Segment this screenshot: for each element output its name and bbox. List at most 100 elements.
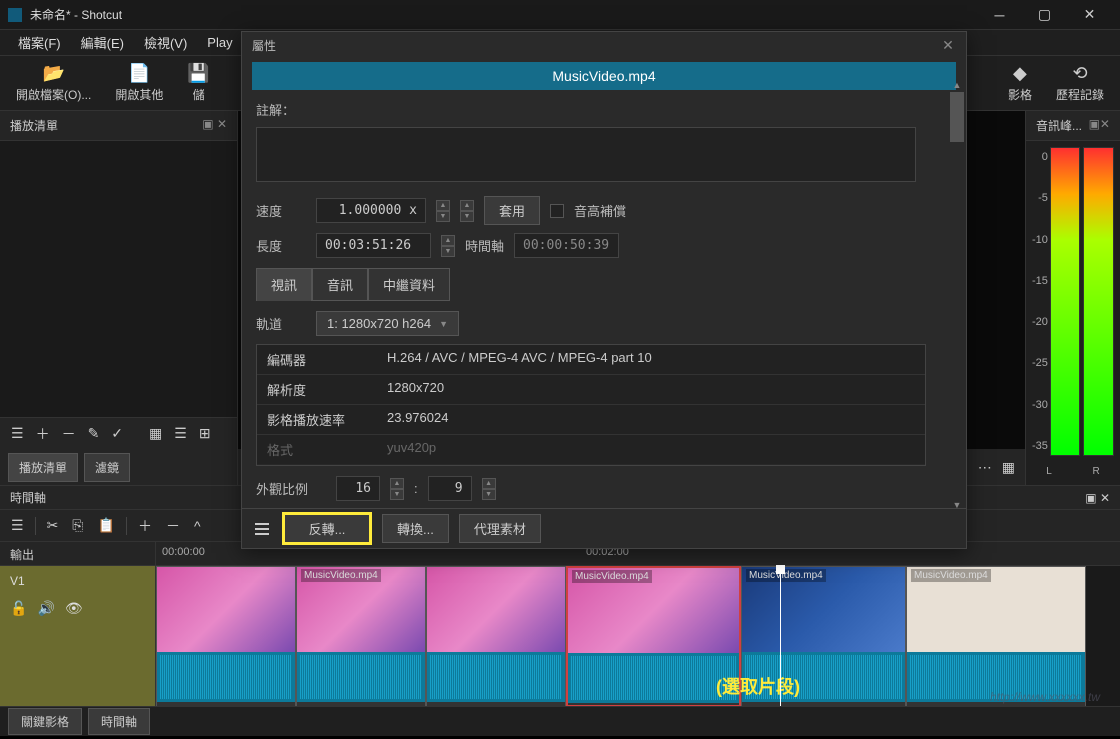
- convert-button[interactable]: 轉換...: [382, 514, 449, 543]
- menu-icon[interactable]: [252, 519, 272, 539]
- properties-table: 編碼器H.264 / AVC / MPEG-4 AVC / MPEG-4 par…: [256, 344, 926, 466]
- mute-icon[interactable]: 🔊: [37, 600, 54, 617]
- aspect-label: 外觀比例: [256, 479, 326, 498]
- close-icon[interactable]: ✕: [940, 37, 956, 53]
- clip-selected[interactable]: MusicVideo.mp4: [566, 566, 741, 706]
- tab-metadata[interactable]: 中繼資料: [368, 268, 450, 301]
- up-icon[interactable]: ^: [191, 518, 204, 534]
- aspect-height-spinner[interactable]: ▲▼: [482, 478, 496, 500]
- playhead[interactable]: [780, 566, 781, 706]
- apply-button[interactable]: 套用: [484, 196, 540, 225]
- audio-bar-left: [1050, 147, 1081, 456]
- audio-db-labels: 0 -5 -10 -15 -20 -25 -30 -35: [1032, 147, 1048, 456]
- lock-icon[interactable]: 🔓: [10, 600, 27, 617]
- minimize-button[interactable]: ─: [977, 0, 1022, 30]
- more-icon[interactable]: ⋯: [978, 459, 992, 476]
- maximize-button[interactable]: ▢: [1022, 0, 1067, 30]
- duration-spinner[interactable]: ▲▼: [441, 235, 455, 257]
- track-label: 軌道: [256, 314, 306, 333]
- timeline-tracks[interactable]: 00:00:00 00:02:00 MusicVideo.mp4 MusicVi…: [156, 542, 1120, 706]
- tab-keyframes[interactable]: 關鍵影格: [8, 708, 82, 735]
- speed-spinner-coarse[interactable]: ▲▼: [460, 200, 474, 222]
- open-other-button[interactable]: 📄 開啟其他: [107, 61, 171, 105]
- edit-icon[interactable]: ✎: [85, 425, 103, 442]
- menu-edit[interactable]: 編輯(E): [71, 29, 134, 56]
- tab-audio[interactable]: 音訊: [312, 268, 368, 301]
- duration-input[interactable]: [316, 233, 431, 258]
- track-header-v1[interactable]: V1 🔓 🔊 👁: [0, 566, 155, 706]
- save-button[interactable]: 💾 儲: [179, 61, 217, 105]
- timeline: 輸出 V1 🔓 🔊 👁 00:00:00 00:02:00 MusicVideo…: [0, 541, 1120, 706]
- grid-toggle-icon[interactable]: ▦: [1002, 459, 1015, 476]
- add-icon[interactable]: ＋: [33, 424, 53, 444]
- timeline-pos-input: [514, 233, 619, 258]
- save-icon: 💾: [187, 63, 209, 84]
- timeline-pos-label: 時間軸: [465, 236, 504, 255]
- clip[interactable]: MusicVideo.mp4: [906, 566, 1086, 706]
- clip[interactable]: [156, 566, 296, 706]
- audio-peak-title: 音訊峰...: [1036, 117, 1082, 134]
- tab-playlist[interactable]: 播放清單: [8, 453, 78, 482]
- menu-icon[interactable]: ☰: [8, 517, 27, 534]
- clip[interactable]: MusicVideo.mp4: [296, 566, 426, 706]
- dialog-banner: MusicVideo.mp4: [252, 62, 956, 90]
- menu-play[interactable]: Play: [197, 31, 242, 54]
- file-icon: 📄: [128, 63, 150, 84]
- output-label[interactable]: 輸出: [0, 542, 155, 566]
- grid-icon[interactable]: ▦: [146, 425, 165, 442]
- add-icon[interactable]: ＋: [135, 516, 155, 536]
- aspect-width-spinner[interactable]: ▲▼: [390, 478, 404, 500]
- paste-icon[interactable]: 📋: [95, 517, 118, 534]
- visibility-icon[interactable]: 👁: [65, 600, 83, 617]
- remove-icon[interactable]: －: [163, 516, 183, 536]
- tab-video[interactable]: 視訊: [256, 268, 312, 301]
- undock-icon[interactable]: ▣✕: [1089, 117, 1110, 134]
- comment-textarea[interactable]: [256, 127, 916, 182]
- open-file-button[interactable]: 📂 開啟檔案(O)...: [8, 61, 99, 105]
- keyframe-icon: ◆: [1013, 63, 1027, 84]
- reverse-button[interactable]: 反轉...: [282, 512, 372, 545]
- tab-timeline[interactable]: 時間軸: [88, 708, 150, 735]
- playlist-toolbar: ☰ ＋ － ✎ ✓ ▦ ☰ ⊞: [0, 417, 237, 449]
- proxy-button[interactable]: 代理素材: [459, 514, 541, 543]
- cut-icon[interactable]: ✂: [44, 517, 62, 534]
- playlist-body[interactable]: [0, 141, 237, 417]
- history-button[interactable]: ⟲ 歷程記錄: [1048, 61, 1112, 105]
- tab-filters[interactable]: 濾鏡: [84, 453, 130, 482]
- menu-file[interactable]: 檔案(F): [8, 29, 71, 56]
- chevron-down-icon: ▼: [439, 319, 448, 329]
- properties-dialog: 屬性 ✕ MusicVideo.mp4 ▲ ▼ 註解： 速度 ▲▼ ▲▼ 套用 …: [241, 31, 967, 549]
- close-button[interactable]: ✕: [1067, 0, 1112, 30]
- folder-open-icon: 📂: [42, 63, 64, 84]
- pitch-compensate-checkbox[interactable]: [550, 204, 564, 218]
- undock-icon[interactable]: ▣ ✕: [1085, 491, 1110, 505]
- track-select[interactable]: 1: 1280x720 h264 ▼: [316, 311, 459, 336]
- detail-icon[interactable]: ⊞: [196, 425, 214, 442]
- duration-label: 長度: [256, 236, 306, 255]
- menu-view[interactable]: 檢視(V): [134, 29, 197, 56]
- copy-icon[interactable]: ⎘: [69, 517, 86, 534]
- bottom-tabs: 關鍵影格 時間軸: [0, 706, 1120, 736]
- watermark: http://www.xxxxxx.tw: [990, 690, 1100, 704]
- annotation-select-clip: (選取片段): [716, 673, 800, 699]
- keyframes-button[interactable]: ◆ 影格: [1000, 61, 1040, 105]
- dialog-title: 屬性: [252, 37, 276, 54]
- menu-icon[interactable]: ☰: [8, 425, 27, 442]
- check-icon[interactable]: ✓: [108, 425, 126, 442]
- speed-spinner[interactable]: ▲▼: [436, 200, 450, 222]
- undock-icon[interactable]: ▣ ✕: [202, 117, 227, 134]
- titlebar: 未命名* - Shotcut ─ ▢ ✕: [0, 0, 1120, 30]
- list-icon[interactable]: ☰: [171, 425, 190, 442]
- audio-meter-panel: 音訊峰... ▣✕ 0 -5 -10 -15 -20 -25 -30 -35 L…: [1025, 111, 1120, 485]
- aspect-width-input[interactable]: [336, 476, 380, 501]
- audio-bar-right: [1083, 147, 1114, 456]
- window-title: 未命名* - Shotcut: [30, 6, 977, 23]
- app-logo: [8, 8, 22, 22]
- clip[interactable]: [426, 566, 566, 706]
- playlist-title: 播放清單: [10, 117, 58, 134]
- comment-label: 註解：: [256, 100, 306, 119]
- aspect-height-input[interactable]: [428, 476, 472, 501]
- label-left: L: [1046, 466, 1052, 477]
- speed-input[interactable]: [316, 198, 426, 223]
- remove-icon[interactable]: －: [59, 424, 79, 444]
